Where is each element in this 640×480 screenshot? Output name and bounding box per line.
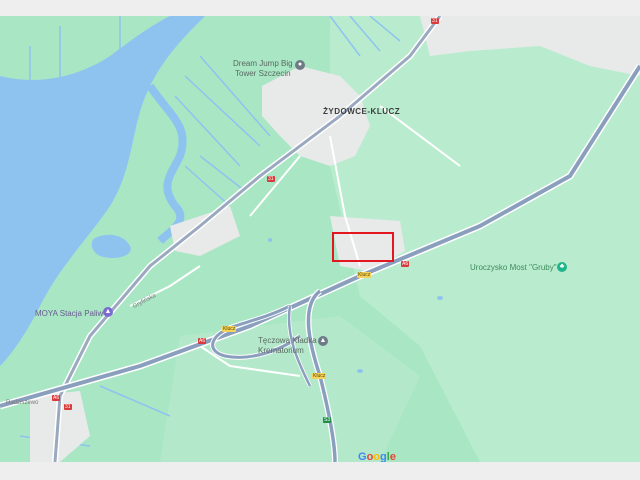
road-shield-s3: S3 (323, 417, 332, 423)
exit-shield-klucz: Klucz (357, 272, 372, 278)
exit-shield-klucz: Klucz (222, 326, 237, 332)
shopping-bag-icon[interactable]: ▲ (103, 307, 113, 317)
settlement-label: ŻYDOWCE-KLUCZ (323, 107, 401, 116)
map-canvas (0, 16, 640, 462)
exit-shield-klucz: Klucz (312, 373, 327, 379)
road-shield-31: 31 (267, 176, 275, 182)
road-shield-a6: A6 (198, 338, 207, 344)
street-label-radziszewo: Radziszewo (6, 400, 39, 406)
poi-crematorium-label[interactable]: Tęczowa Kładka Krematorium (258, 336, 317, 356)
road-shield-31: 31 (64, 404, 72, 410)
poi-pin-icon[interactable]: ▲ (318, 336, 328, 346)
logo-letter: G (358, 451, 367, 462)
logo-letter: o (366, 451, 374, 462)
bottom-margin (0, 462, 640, 480)
poi-pin-icon[interactable]: ● (295, 60, 305, 70)
highlight-rectangle (332, 232, 394, 262)
poi-dream-jump-label[interactable]: Dream Jump Big Tower Szczecin (233, 59, 293, 79)
logo-letter: g (380, 451, 387, 462)
road-shield-a6: A6 (401, 261, 410, 267)
poi-moya-label[interactable]: MOYA Stacja Paliw (35, 309, 103, 319)
top-margin (0, 0, 640, 16)
map-view[interactable]: ŻYDOWCE-KLUCZ Dream Jump Big Tower Szcze… (0, 16, 640, 462)
park-label[interactable]: Uroczysko Most "Gruby" (470, 263, 557, 273)
park-tree-icon[interactable]: ♣ (557, 262, 567, 272)
google-logo: Google (358, 451, 396, 462)
road-shield-a6: A6 (52, 395, 61, 401)
road-shield-31: 31 (431, 18, 439, 24)
logo-letter: o (373, 451, 381, 462)
logo-letter: e (389, 451, 396, 462)
